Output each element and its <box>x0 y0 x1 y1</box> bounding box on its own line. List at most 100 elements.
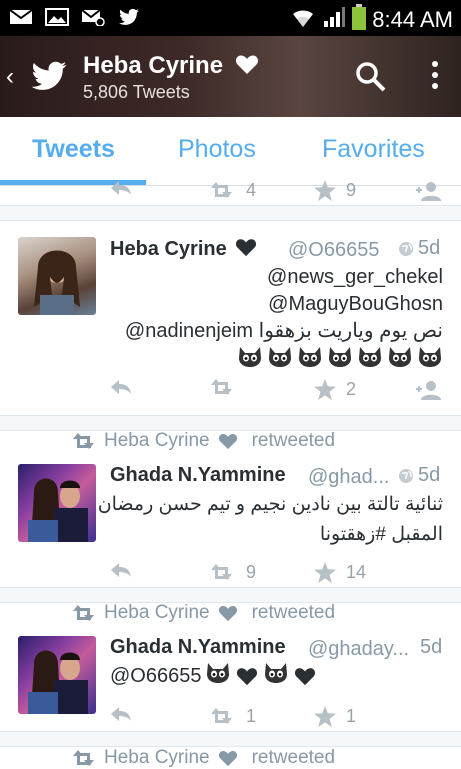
tweet-time-text: 5d <box>420 636 443 658</box>
mail-icon <box>8 7 34 27</box>
avatar[interactable] <box>18 237 96 315</box>
tweet-item[interactable]: Heba Cyrine retweeted Ghada N.Yammine @g… <box>0 602 461 732</box>
tweet-actions: 1 1 <box>0 706 461 730</box>
favorite-count: 14 <box>346 562 367 582</box>
twitter-status-icon <box>116 7 142 27</box>
retweeted-by[interactable]: Heba Cyrine <box>104 747 210 769</box>
retweet-count: 9 <box>246 562 257 582</box>
retweet-icon <box>211 379 232 395</box>
tweet-line[interactable]: @nadinenjeim نص يوم وياريت بزهقوا <box>125 318 443 345</box>
reply-icon[interactable] <box>110 706 132 722</box>
tweet-time-text: 5d <box>418 464 441 486</box>
cat-emoji-icon <box>387 346 413 376</box>
tweet-text: @news_ger_chekel @MaguyBouGhosn @nadinen… <box>125 264 443 376</box>
retweeted-by[interactable]: Heba Cyrine <box>104 602 210 624</box>
favorite-count: 1 <box>346 706 357 726</box>
wifi-icon <box>290 5 316 34</box>
cat-emoji-icon <box>205 662 231 690</box>
retweet-context: Heba Cyrine retweeted <box>72 602 335 624</box>
retweet-button[interactable] <box>210 379 246 397</box>
retweet-button[interactable]: 1 <box>210 706 256 727</box>
retweeted-label: retweeted <box>251 602 336 623</box>
favorite-button[interactable]: 9 <box>314 180 356 201</box>
back-chevron-icon[interactable]: ‹ <box>6 63 14 91</box>
tweet-text: ثنائية تالتة بين نادين نجيم و تيم حسن رم… <box>98 490 443 550</box>
retweet-button[interactable]: 9 <box>210 562 256 583</box>
follow-icon[interactable] <box>413 379 443 401</box>
tweet-text: @O66655 <box>110 662 317 690</box>
reply-icon[interactable] <box>110 180 132 196</box>
cat-emoji-icon <box>297 346 323 376</box>
tweet-time: 5d <box>398 464 440 487</box>
avatar[interactable] <box>18 464 96 542</box>
reply-icon[interactable] <box>110 379 132 395</box>
heart-icon <box>236 239 257 257</box>
retweet-button[interactable]: 4 <box>210 180 256 201</box>
heart-icon <box>237 668 258 686</box>
retweet-icon <box>73 433 94 449</box>
divider <box>0 587 461 603</box>
heart-icon <box>295 668 316 686</box>
tweet-handle[interactable]: @O66655 <box>288 239 379 262</box>
mention-link[interactable]: @O66655 <box>110 665 201 688</box>
tweet-line[interactable]: المقبل #زهقتونا <box>98 520 443 550</box>
divider <box>0 205 461 221</box>
tab-tweets[interactable]: Tweets <box>32 135 115 164</box>
retweet-count: 1 <box>246 706 257 726</box>
status-time: 8:44 AM <box>372 6 453 32</box>
tweet-handle[interactable]: @ghaday... <box>308 638 409 661</box>
cat-emoji-icon <box>237 346 263 376</box>
profile-name-text: Heba Cyrine <box>83 52 224 79</box>
globe-icon <box>399 241 413 256</box>
cat-emoji-row <box>125 346 443 376</box>
favorite-button[interactable]: 14 <box>314 562 366 583</box>
tweet-author-name[interactable]: Ghada N.Yammine <box>110 636 286 659</box>
globe-icon <box>399 468 413 483</box>
tweet-author-name[interactable]: Ghada N.Yammine <box>110 464 286 487</box>
reply-icon[interactable] <box>110 562 132 578</box>
tweet-handle[interactable]: @ghad... <box>308 466 389 489</box>
tweet-actions: 4 9 <box>0 180 461 204</box>
cat-emoji-icon <box>263 662 289 690</box>
star-icon <box>314 180 336 201</box>
tweet-count: 5,806 Tweets <box>83 82 190 102</box>
retweet-icon <box>73 605 94 621</box>
tweet-line[interactable]: @MaguyBouGhosn <box>125 291 443 318</box>
tweet-line[interactable]: @news_ger_chekel <box>125 264 443 291</box>
cat-emoji-icon <box>357 346 383 376</box>
favorite-button[interactable]: 2 <box>314 379 356 400</box>
star-icon <box>314 379 336 400</box>
tweet-author-name[interactable]: Heba Cyrine <box>110 237 258 261</box>
tweet-item[interactable]: Heba Cyrine @O66655 5d @news_ger_chekel … <box>0 220 461 415</box>
favorite-button[interactable]: 1 <box>314 706 356 727</box>
profile-tabs: Tweets Photos Favorites <box>0 117 461 186</box>
avatar[interactable] <box>18 636 96 714</box>
retweet-icon <box>211 707 232 724</box>
battery-icon <box>352 4 367 35</box>
heart-icon <box>218 606 237 622</box>
twitter-logo-icon[interactable] <box>30 60 68 97</box>
cat-emoji-icon <box>417 346 443 376</box>
tweet-time: 5d <box>398 237 440 260</box>
image-icon <box>44 7 70 27</box>
tab-favorites[interactable]: Favorites <box>322 135 425 164</box>
retweet-icon <box>211 563 232 580</box>
divider <box>0 415 461 431</box>
profile-name: Heba Cyrine <box>83 52 260 80</box>
follow-icon[interactable] <box>413 180 443 202</box>
signal-icon <box>322 5 346 34</box>
retweet-context: Heba Cyrine retweeted <box>72 430 335 452</box>
search-icon[interactable] <box>354 60 388 99</box>
retweet-context: Heba Cyrine retweeted <box>72 747 335 769</box>
cat-emoji-icon <box>267 346 293 376</box>
divider <box>0 731 461 747</box>
tweet-actions: 9 14 <box>0 562 461 586</box>
retweet-icon <box>73 750 94 766</box>
tab-photos[interactable]: Photos <box>178 135 256 164</box>
tweet-item[interactable]: Heba Cyrine retweeted Ghada N.Yammine @g… <box>0 430 461 590</box>
retweet-count: 4 <box>246 180 257 200</box>
retweet-icon <box>211 181 232 198</box>
retweeted-by[interactable]: Heba Cyrine <box>104 430 210 452</box>
email-notification-icon <box>80 7 106 27</box>
overflow-menu-icon[interactable] <box>428 58 442 96</box>
